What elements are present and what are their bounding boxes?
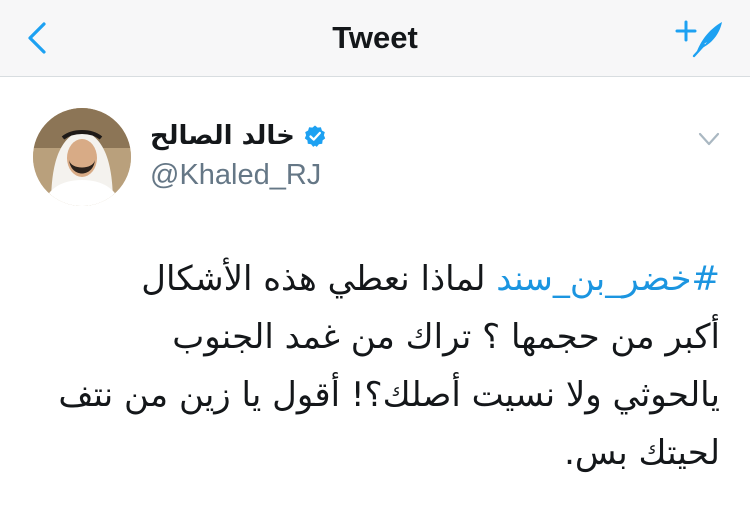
tweet-line-3: يالحوثي ولا نسيت أصلك؟! أقول يا زين من ن… — [58, 375, 720, 415]
compose-tweet-button[interactable] — [674, 14, 728, 60]
compose-tweet-icon — [675, 20, 722, 58]
tweet-line-1-text: لماذا نعطي هذه الأشكال — [141, 259, 497, 299]
author-display-name[interactable]: خالد الصالح — [150, 121, 295, 151]
display-name-row: خالد الصالح — [150, 118, 327, 154]
chevron-down-icon — [698, 132, 720, 146]
tweet-line-1: #خضر_بن_سند لماذا نعطي هذه الأشكال — [30, 250, 720, 308]
tweet-text: #خضر_بن_سند لماذا نعطي هذه الأشكال أكبر … — [30, 250, 720, 482]
page-title: Tweet — [332, 20, 418, 55]
tweet-options-button[interactable] — [696, 126, 722, 152]
tweet-detail-screen: Tweet خالد الصالح @Khaled_RJ #خضر_بن_سند… — [0, 0, 750, 521]
author-avatar[interactable] — [33, 108, 131, 206]
author-handle[interactable]: @Khaled_RJ — [150, 158, 327, 192]
user-avatar-icon — [33, 108, 131, 206]
nav-bar: Tweet — [0, 0, 750, 77]
hashtag-link[interactable]: #خضر_بن_سند — [496, 259, 720, 299]
tweet-line-2: أكبر من حجمها ؟ تراك من غمد الجنوب — [172, 317, 720, 357]
tweet-line-4: لحيتك بس. — [564, 433, 720, 473]
verified-badge-icon — [304, 125, 326, 147]
author-info: خالد الصالح @Khaled_RJ — [150, 118, 327, 192]
